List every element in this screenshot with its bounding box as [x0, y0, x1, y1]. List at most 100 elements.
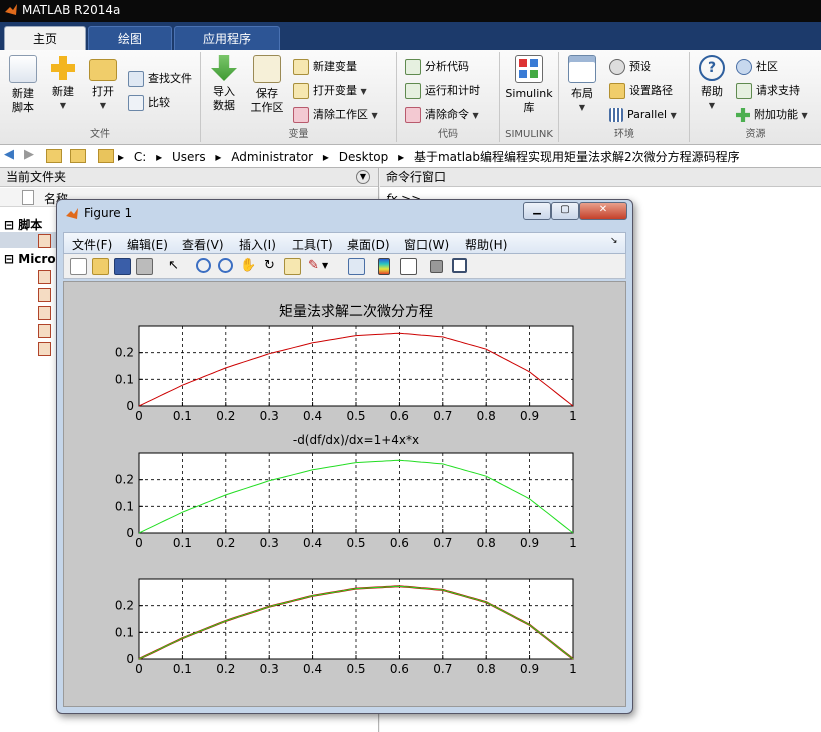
gear-icon: [609, 59, 625, 75]
simulink-library-button[interactable]: Simulink 库: [504, 55, 554, 115]
pointer-icon[interactable]: ↖: [166, 258, 181, 273]
open-button[interactable]: 打开 ▼: [86, 55, 120, 113]
y-tick-label: 0.2: [115, 599, 134, 613]
menu-tools[interactable]: 工具(T): [292, 236, 333, 253]
figure-title: Figure 1: [84, 206, 133, 220]
community-button[interactable]: 社区: [736, 58, 778, 76]
maximize-button[interactable]: ▢: [551, 202, 579, 220]
clear-commands-button[interactable]: 清除命令 ▼: [405, 106, 479, 124]
run-and-time-label: 运行和计时: [425, 84, 480, 97]
x-tick-label: 0.6: [390, 536, 409, 550]
code-group-label: 代码: [438, 129, 458, 140]
breadcrumb-item[interactable]: Administrator: [231, 150, 313, 164]
new-figure-icon[interactable]: [70, 258, 87, 275]
word-file-icon[interactable]: [38, 288, 51, 302]
tree-group-microsoft[interactable]: ⊟ Micros: [4, 252, 63, 266]
file-group: 新建 脚本 新建 ▼ 打开 ▼ 查找文件 比较 文件: [0, 52, 201, 142]
brush-icon[interactable]: ✎: [306, 258, 321, 273]
compare-icon: [128, 95, 144, 111]
layout-button[interactable]: 布局 ▼: [565, 55, 599, 115]
x-tick-label: 0.8: [477, 662, 496, 676]
tree-group-scripts[interactable]: ⊟ 脚本: [4, 216, 42, 233]
open-variable-button[interactable]: 打开变量 ▼: [293, 82, 367, 100]
x-tick-label: 0.9: [520, 409, 539, 423]
menu-window[interactable]: 窗口(W): [404, 236, 449, 253]
collapse-icon[interactable]: ⊟: [4, 218, 14, 232]
word-file-icon[interactable]: [38, 342, 51, 356]
run-and-time-button[interactable]: 运行和计时: [405, 82, 480, 100]
back-arrow-icon[interactable]: ◀: [4, 147, 14, 162]
tab-home[interactable]: 主页: [4, 26, 86, 51]
analyze-code-icon: [405, 59, 421, 75]
word-file-icon[interactable]: [38, 270, 51, 284]
environment-group-label: 环境: [614, 129, 634, 140]
import-arrow-icon: [211, 55, 237, 81]
x-tick-label: 0.6: [390, 662, 409, 676]
menu-view[interactable]: 查看(V): [182, 236, 224, 253]
preferences-button[interactable]: 预设: [609, 58, 651, 76]
link-plot-icon[interactable]: [348, 258, 365, 275]
tab-apps[interactable]: 应用程序: [174, 26, 280, 51]
zoom-out-icon[interactable]: [218, 258, 233, 273]
chevron-down-icon[interactable]: ▼: [322, 258, 337, 273]
data-cursor-icon[interactable]: [284, 258, 301, 275]
folder-icon: [98, 149, 114, 163]
help-icon: ?: [699, 55, 725, 81]
menu-edit[interactable]: 编辑(E): [127, 236, 168, 253]
import-data-button[interactable]: 导入 数据: [207, 55, 241, 113]
run-and-time-icon: [405, 83, 421, 99]
menu-desktop[interactable]: 桌面(D): [347, 236, 390, 253]
hide-plot-tools-icon[interactable]: [430, 260, 443, 273]
print-icon[interactable]: [136, 258, 153, 275]
breadcrumb-separator: ▸: [215, 150, 222, 164]
new-script-button[interactable]: 新建 脚本: [6, 55, 40, 115]
word-file-icon[interactable]: [38, 324, 51, 338]
breadcrumb-item[interactable]: Users: [172, 150, 206, 164]
save-icon[interactable]: [114, 258, 131, 275]
y-tick-label: 0.2: [115, 473, 134, 487]
new-variable-button[interactable]: 新建变量: [293, 58, 357, 76]
colorbar-icon[interactable]: [378, 258, 390, 275]
x-tick-label: 0.7: [433, 662, 452, 676]
analyze-code-button[interactable]: 分析代码: [405, 58, 469, 76]
breadcrumb-item[interactable]: Desktop: [339, 150, 389, 164]
menu-help[interactable]: 帮助(H): [465, 236, 507, 253]
breadcrumb-item[interactable]: C:: [134, 150, 146, 164]
breadcrumb-item[interactable]: 基于matlab编程编程实现用矩量法求解2次微分方程源码程序: [414, 150, 740, 164]
legend-icon[interactable]: [400, 258, 417, 275]
minimize-button[interactable]: ▁: [523, 202, 551, 220]
dock-arrow-icon[interactable]: ↘: [610, 236, 618, 246]
add-ons-button[interactable]: 附加功能 ▼: [736, 106, 808, 124]
word-file-icon[interactable]: [38, 306, 51, 320]
figure-canvas[interactable]: 矩量法求解二次微分方程 0 0.1 0.2 0.3 0.4 0.5 0.6 0.7 0.8 0.9 1…: [63, 281, 626, 707]
breadcrumb[interactable]: ▸ C: ▸ Users ▸ Administrator ▸ Desktop ▸…: [118, 148, 746, 165]
resources-group-label: 资源: [745, 129, 766, 140]
save-workspace-button[interactable]: 保存 工作区: [247, 55, 287, 115]
close-button[interactable]: ✕: [579, 202, 627, 220]
open-file-icon[interactable]: [92, 258, 109, 275]
community-icon: [736, 59, 752, 75]
forward-arrow-icon[interactable]: ▶: [24, 147, 34, 162]
tab-plots[interactable]: 绘图: [88, 26, 172, 51]
compare-button[interactable]: 比较: [128, 94, 170, 112]
set-path-button[interactable]: 设置路径: [609, 82, 673, 100]
new-button[interactable]: 新建 ▼: [46, 55, 80, 113]
collapse-icon[interactable]: ⊟: [4, 252, 14, 266]
help-button[interactable]: ? 帮助 ▼: [696, 55, 728, 113]
show-plot-tools-icon[interactable]: [452, 258, 467, 273]
menu-insert[interactable]: 插入(I): [239, 236, 276, 253]
clear-workspace-label: 清除工作区: [313, 108, 368, 121]
menu-file[interactable]: 文件(F): [72, 236, 112, 253]
panel-menu-icon[interactable]: ▼: [356, 170, 370, 184]
pan-hand-icon[interactable]: ✋: [240, 258, 256, 273]
browse-folder-icon[interactable]: [70, 149, 86, 163]
zoom-in-icon[interactable]: [196, 258, 211, 273]
clear-workspace-button[interactable]: 清除工作区 ▼: [293, 106, 378, 124]
parallel-button[interactable]: Parallel ▼: [609, 106, 677, 124]
figure-window[interactable]: Figure 1 ▁ ▢ ✕ 文件(F) 编辑(E) 查看(V) 插入(I) 工…: [56, 199, 633, 714]
find-files-button[interactable]: 查找文件: [128, 70, 192, 88]
up-folder-icon[interactable]: [46, 149, 62, 163]
rotate-3d-icon[interactable]: ↻: [262, 258, 277, 273]
request-support-button[interactable]: 请求支持: [736, 82, 800, 100]
plot-area[interactable]: 矩量法求解二次微分方程 0 0.1 0.2 0.3 0.4 0.5 0.6 0.7 0.8 0.9 1…: [64, 282, 625, 706]
